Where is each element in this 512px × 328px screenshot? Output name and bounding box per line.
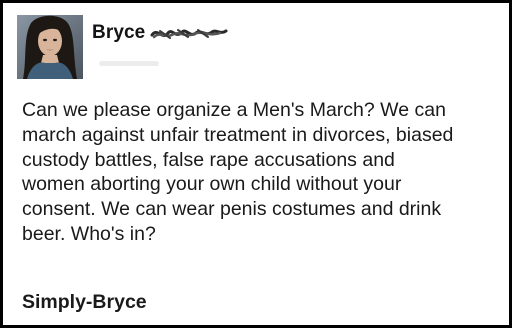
post-body: Can we please organize a Men's March? We… [22, 99, 454, 245]
redacted-surname-icon [150, 25, 228, 48]
post-signature: Simply-Bryce [22, 291, 147, 313]
post-card: Bryce Can we please organize a Men's Mar… [0, 0, 512, 328]
avatar[interactable] [17, 15, 83, 79]
blurred-timestamp [99, 61, 159, 66]
profile-photo-icon [17, 15, 83, 79]
author-name[interactable]: Bryce [92, 22, 145, 44]
